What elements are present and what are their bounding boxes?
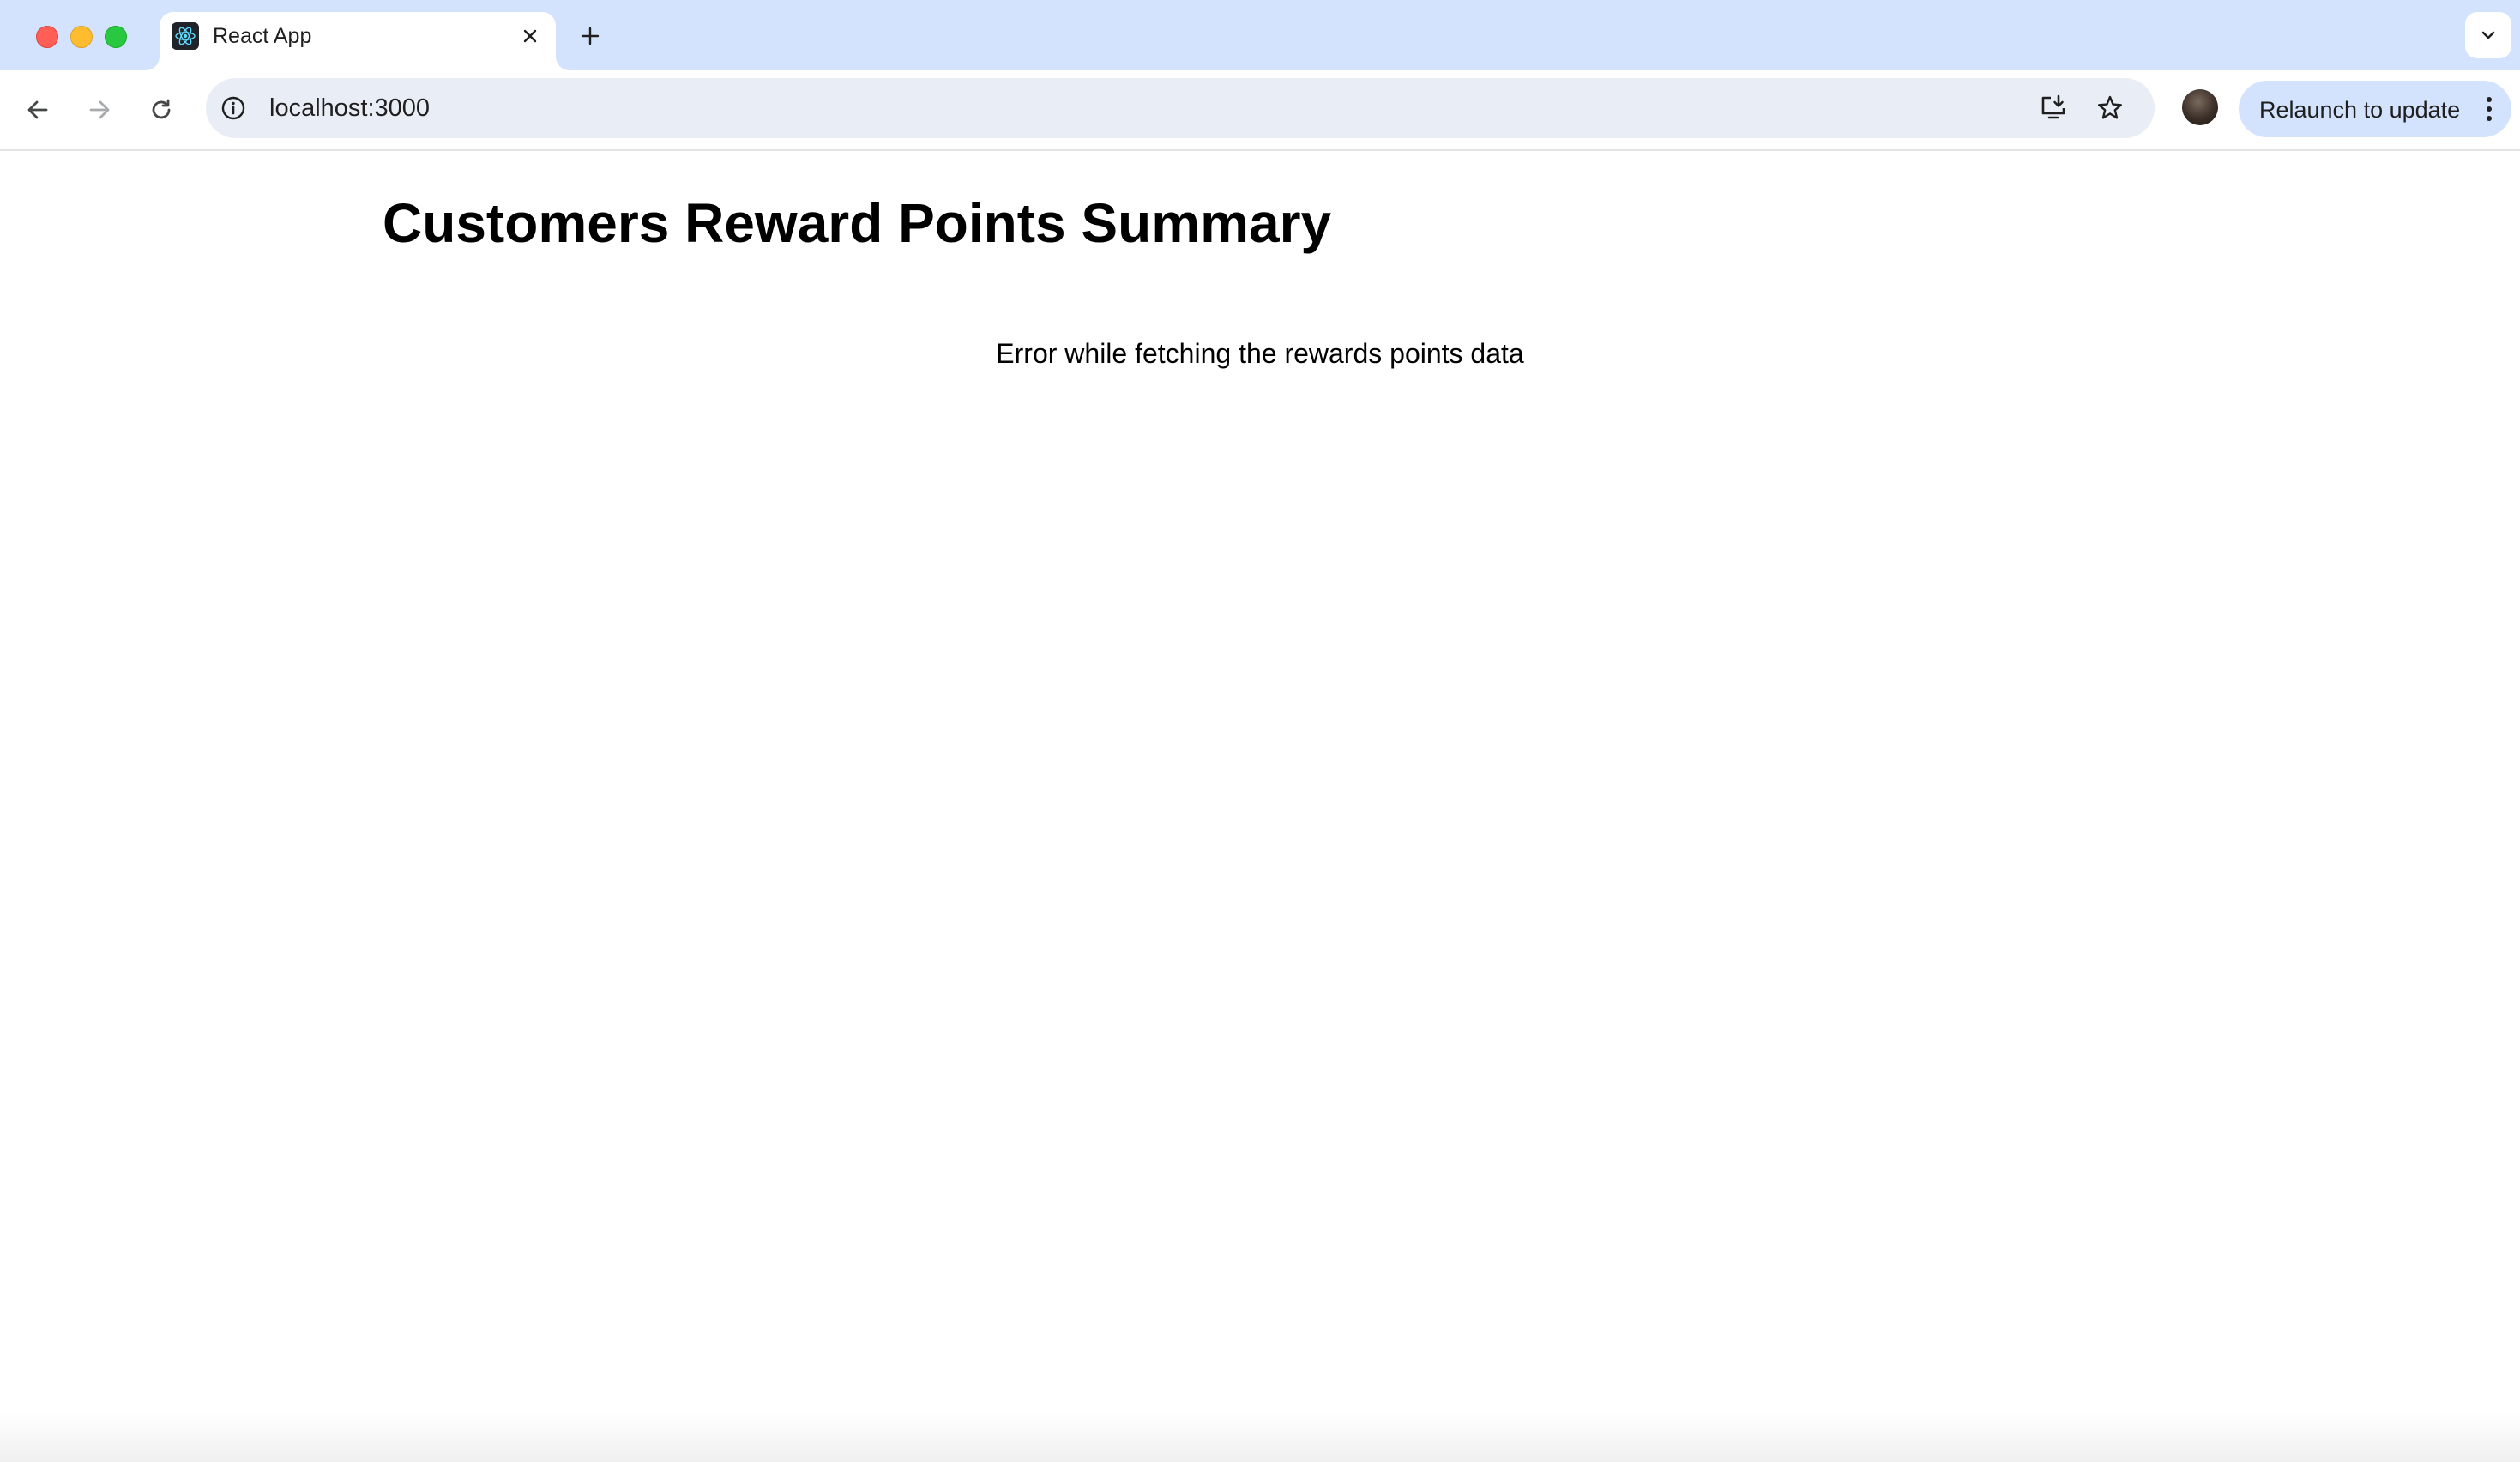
close-icon[interactable] xyxy=(515,21,546,51)
reload-icon xyxy=(152,99,171,119)
new-tab-button[interactable] xyxy=(573,19,607,53)
browser-toolbar: localhost:3000 Relaunch to update xyxy=(0,70,2520,151)
react-logo-icon xyxy=(172,22,199,50)
forward-button[interactable] xyxy=(79,89,120,130)
star-icon[interactable] xyxy=(2093,91,2127,125)
page-title: Customers Reward Points Summary xyxy=(383,192,1332,254)
tab-strip: React App xyxy=(0,0,2520,70)
tab-title: React App xyxy=(213,24,312,48)
info-icon[interactable] xyxy=(218,93,249,124)
relaunch-button[interactable]: Relaunch to update xyxy=(2239,81,2511,137)
profile-avatar[interactable] xyxy=(2182,89,2218,125)
back-arrow-icon xyxy=(27,100,48,119)
kebab-menu-icon[interactable] xyxy=(2482,95,2496,123)
address-bar[interactable]: localhost:3000 xyxy=(206,78,2155,138)
bottom-shadow xyxy=(0,1411,2520,1462)
plus-icon xyxy=(581,27,600,45)
maximize-window-button[interactable] xyxy=(105,26,127,48)
forward-arrow-icon xyxy=(89,100,110,119)
minimize-window-button[interactable] xyxy=(70,26,93,48)
url-text[interactable]: localhost:3000 xyxy=(269,94,430,123)
browser-window: React App localhost:3000 Relaunch to upd… xyxy=(0,0,2520,1462)
tab-react-app[interactable]: React App xyxy=(160,12,556,70)
back-button[interactable] xyxy=(17,89,58,130)
tab-search-button[interactable] xyxy=(2465,12,2511,58)
error-message: Error while fetching the rewards points … xyxy=(996,338,1524,369)
relaunch-label: Relaunch to update xyxy=(2259,97,2461,123)
install-app-icon[interactable] xyxy=(2036,91,2071,125)
page-content: Customers Reward Points Summary Error wh… xyxy=(0,151,2520,1462)
close-window-button[interactable] xyxy=(36,26,58,48)
chevron-down-icon xyxy=(2481,31,2495,39)
reload-button[interactable] xyxy=(141,89,182,130)
